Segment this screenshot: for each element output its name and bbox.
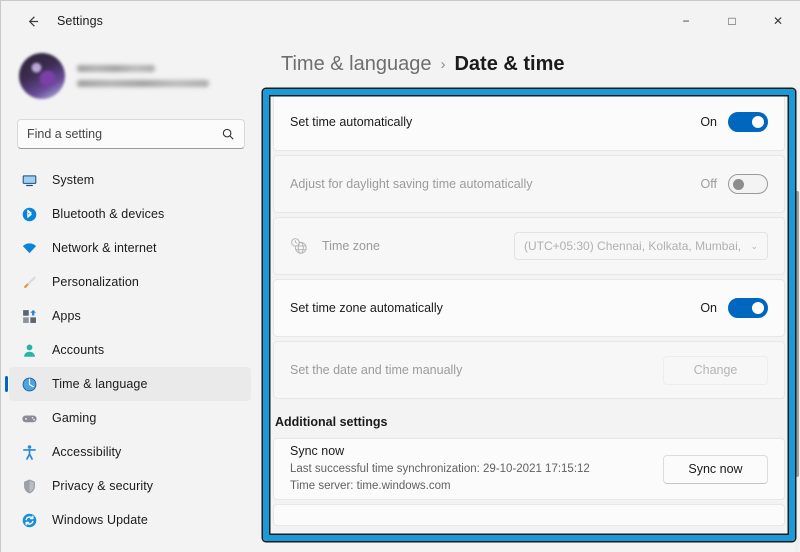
- set-manually-label: Set the date and time manually: [290, 363, 463, 377]
- sidebar-item-system[interactable]: System: [9, 163, 251, 197]
- set-time-zone-automatically-toggle[interactable]: [728, 298, 768, 318]
- profile-text: [77, 65, 209, 87]
- breadcrumb-separator-icon: ›: [440, 56, 446, 73]
- bluetooth-icon: [21, 206, 38, 223]
- chevron-down-icon: ⌄: [750, 240, 758, 251]
- sidebar-item-label: Privacy & security: [52, 479, 154, 493]
- row-sync-now: Sync now Last successful time synchroniz…: [273, 438, 785, 500]
- set-time-zone-automatically-toggle-wrap[interactable]: On: [700, 298, 768, 318]
- row-set-date-time-manually: Set the date and time manually Change: [273, 341, 785, 399]
- row-daylight-saving: Adjust for daylight saving time automati…: [273, 155, 785, 213]
- sidebar-item-accessibility[interactable]: Accessibility: [9, 435, 251, 469]
- set-time-automatically-toggle[interactable]: [728, 112, 768, 132]
- app-title: Settings: [57, 14, 103, 28]
- settings-window: Settings − □ ✕ System Bluetooth & devices…: [0, 0, 800, 552]
- row-time-zone: Time zone (UTC+05:30) Chennai, Kolkata, …: [273, 217, 785, 275]
- daylight-saving-state: Off: [700, 177, 717, 191]
- sidebar-item-label: Time & language: [52, 377, 148, 391]
- main-content: Time & language › Date & time Set time a…: [259, 41, 800, 552]
- sidebar-item-label: Windows Update: [52, 513, 148, 527]
- set-time-automatically-toggle-wrap[interactable]: On: [700, 112, 768, 132]
- search-icon: [222, 128, 234, 140]
- sidebar-item-label: Network & internet: [52, 241, 157, 255]
- sidebar-item-network-internet[interactable]: Network & internet: [9, 231, 251, 265]
- back-arrow-icon[interactable]: [15, 6, 49, 36]
- sync-last-synchronization: Last successful time synchronization: 29…: [290, 462, 590, 475]
- accessibility-icon: [21, 444, 38, 461]
- wifi-icon: [21, 240, 38, 257]
- sidebar-item-label: Apps: [52, 309, 81, 323]
- set-time-zone-automatically-label: Set time zone automatically: [290, 301, 443, 315]
- set-time-automatically-label: Set time automatically: [290, 115, 413, 129]
- breadcrumb: Time & language › Date & time: [259, 41, 800, 76]
- sidebar-item-label: System: [52, 173, 95, 187]
- daylight-saving-toggle-wrap: Off: [701, 174, 768, 194]
- sidebar-item-label: Bluetooth & devices: [52, 207, 165, 221]
- row-set-time-automatically[interactable]: Set time automatically On: [273, 93, 785, 151]
- sidebar-item-label: Personalization: [52, 275, 139, 289]
- clock-globe-icon: [21, 376, 38, 393]
- update-arrows-icon: [21, 512, 38, 529]
- sidebar-item-bluetooth-devices[interactable]: Bluetooth & devices: [9, 197, 251, 231]
- change-button: Change: [663, 355, 768, 385]
- search-input[interactable]: [27, 127, 221, 141]
- time-zone-dropdown: (UTC+05:30) Chennai, Kolkata, Mumbai, Ne…: [514, 232, 768, 260]
- window-controls: − □ ✕: [663, 1, 800, 41]
- sync-now-button[interactable]: Sync now: [663, 454, 768, 484]
- sidebar-item-time-language[interactable]: Time & language: [5, 367, 251, 401]
- paintbrush-icon: [21, 274, 38, 291]
- set-time-zone-automatically-state: On: [700, 301, 717, 315]
- apps-grid-icon: [21, 308, 38, 325]
- maximize-button[interactable]: □: [709, 1, 755, 41]
- scrollbar[interactable]: [795, 87, 799, 552]
- user-profile[interactable]: [1, 41, 259, 99]
- scrollbar-thumb[interactable]: [795, 191, 799, 477]
- set-time-automatically-state: On: [700, 115, 717, 129]
- avatar: [19, 53, 65, 99]
- next-row-partial: [273, 504, 785, 526]
- time-zone-label: Time zone: [322, 239, 380, 253]
- additional-settings-heading: Additional settings: [275, 415, 388, 429]
- person-icon: [21, 342, 38, 359]
- page-title: Date & time: [454, 53, 565, 75]
- sidebar-item-gaming[interactable]: Gaming: [9, 401, 251, 435]
- monitor-icon: [21, 172, 38, 189]
- row-set-time-zone-automatically[interactable]: Set time zone automatically On: [273, 279, 785, 337]
- daylight-saving-label: Adjust for daylight saving time automati…: [290, 177, 533, 191]
- sidebar-item-label: Accounts: [52, 343, 105, 357]
- daylight-saving-toggle: [728, 174, 768, 194]
- sidebar: System Bluetooth & devices Network & inter…: [1, 41, 259, 552]
- sync-title: Sync now: [290, 443, 345, 458]
- sync-time-server: Time server: time.windows.com: [290, 479, 451, 492]
- sidebar-item-label: Gaming: [52, 411, 97, 425]
- sidebar-item-privacy-security[interactable]: Privacy & security: [9, 469, 251, 503]
- time-zone-value: (UTC+05:30) Chennai, Kolkata, Mumbai, Ne…: [524, 239, 745, 253]
- close-button[interactable]: ✕: [755, 1, 800, 41]
- sync-texts: Sync now Last successful time synchroniz…: [290, 444, 663, 494]
- settings-list: Set time automatically On Adjust for day…: [273, 93, 785, 526]
- sidebar-item-personalization[interactable]: Personalization: [9, 265, 251, 299]
- gamepad-icon: [21, 410, 38, 427]
- sidebar-item-windows-update[interactable]: Windows Update: [9, 503, 251, 537]
- profile-email-redacted: [77, 80, 209, 87]
- sidebar-item-apps[interactable]: Apps: [9, 299, 251, 333]
- search-box[interactable]: [17, 119, 245, 149]
- profile-name-redacted: [77, 65, 155, 72]
- minimize-button[interactable]: −: [663, 1, 709, 41]
- sidebar-item-accounts[interactable]: Accounts: [9, 333, 251, 367]
- title-bar: Settings − □ ✕: [1, 1, 800, 41]
- breadcrumb-parent[interactable]: Time & language: [281, 53, 431, 76]
- sidebar-item-label: Accessibility: [52, 445, 122, 459]
- navigation-list: System Bluetooth & devices Network & inter…: [1, 163, 259, 537]
- shield-icon: [21, 478, 38, 495]
- clock-globe-icon: [291, 238, 307, 254]
